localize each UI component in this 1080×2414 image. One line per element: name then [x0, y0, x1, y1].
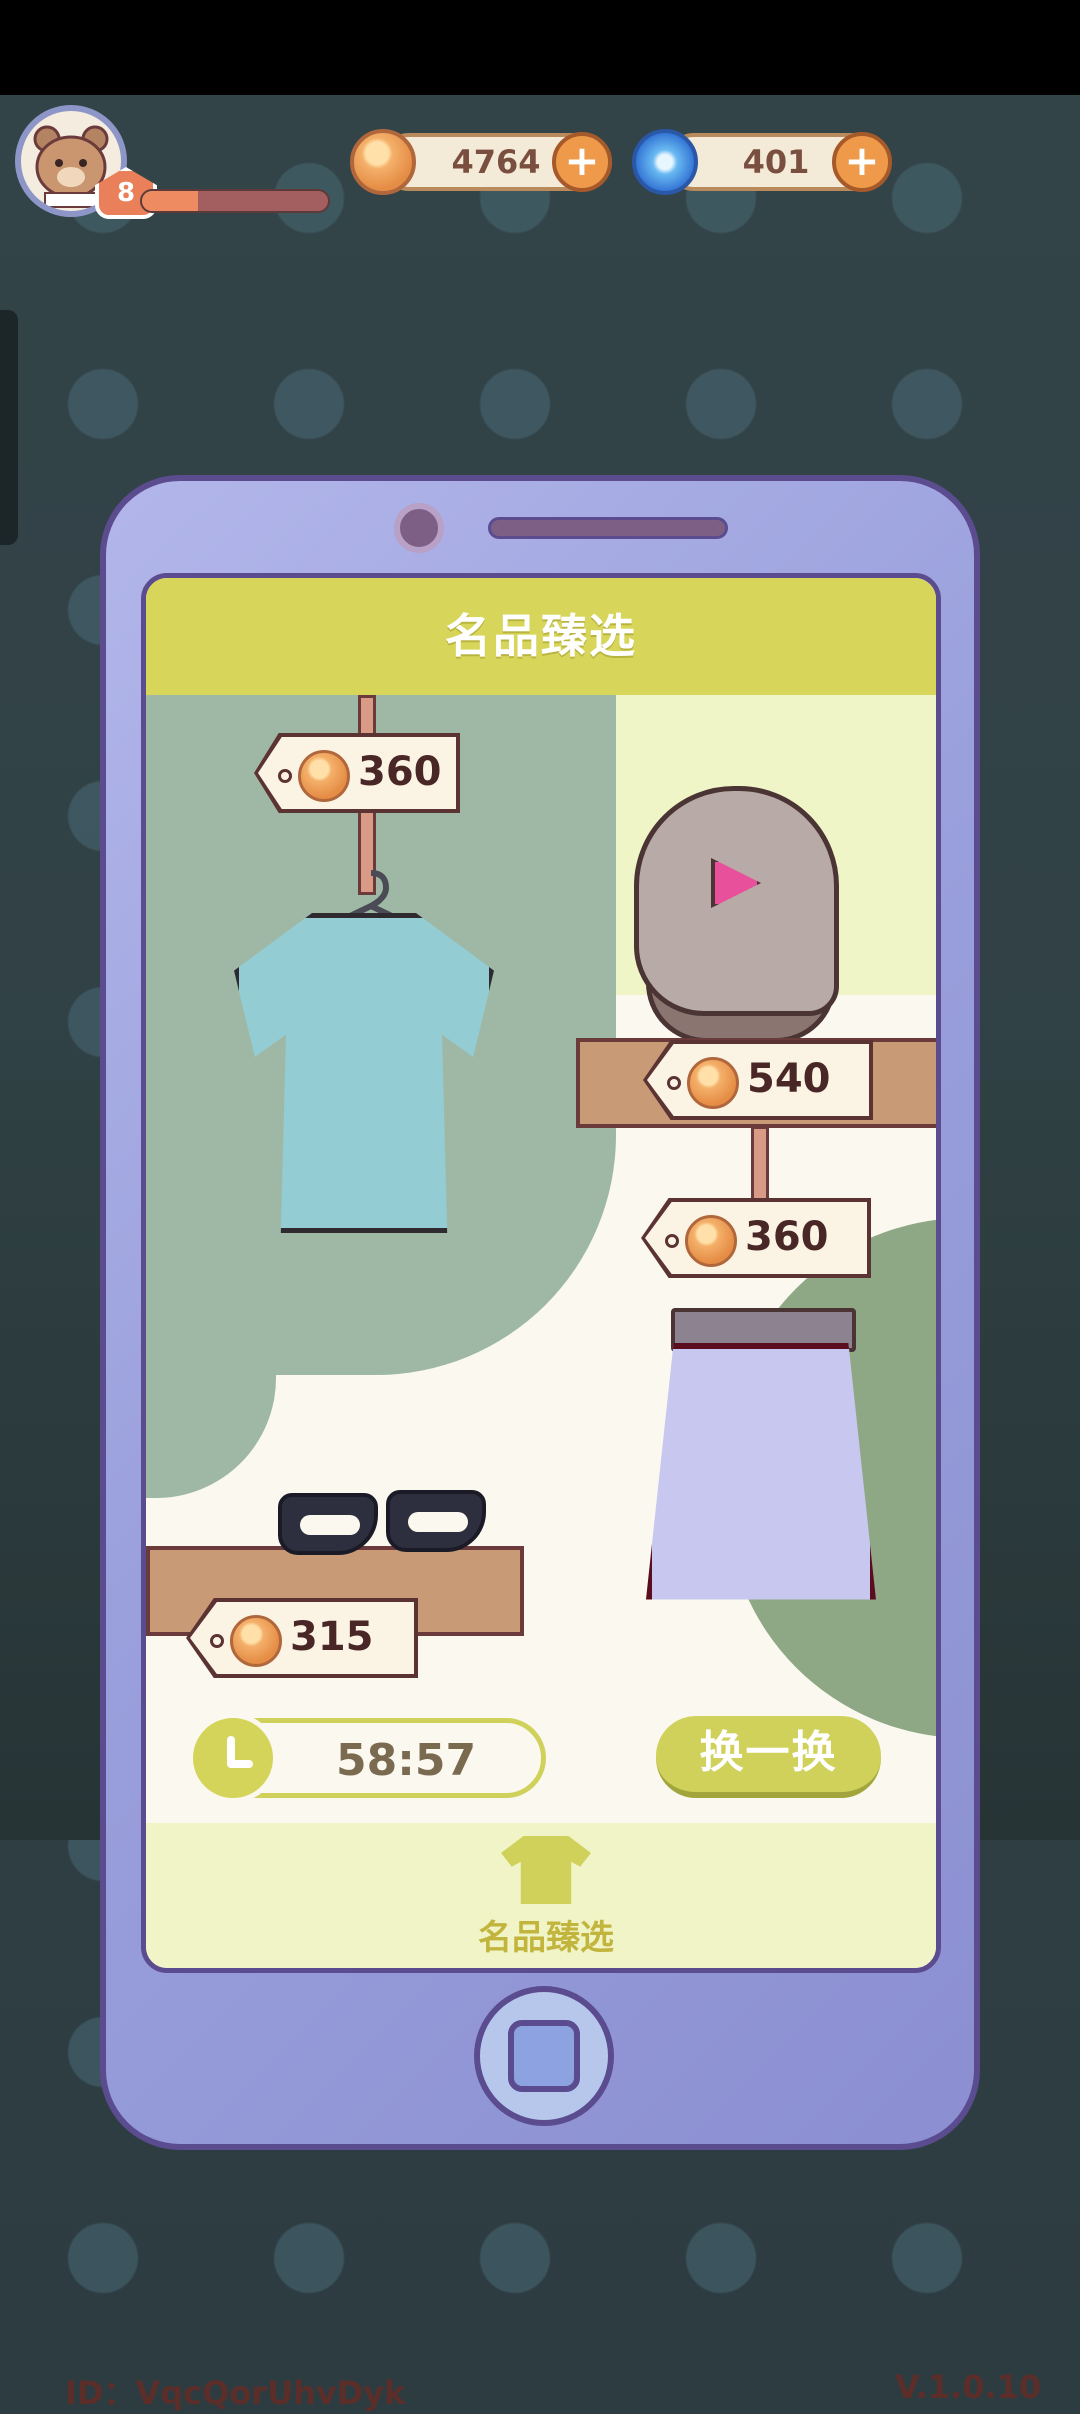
skirt-price: 360: [745, 1214, 829, 1260]
tab-label: 名品臻选: [478, 1918, 614, 1958]
phone-home-button[interactable]: [474, 1986, 614, 2126]
shop-screen: 名品臻选 360 540 360 315 58:57 换一换 名品臻选: [141, 573, 941, 1973]
clock-icon: [188, 1713, 278, 1803]
price-tag-shirt[interactable]: 360: [254, 733, 460, 813]
shoes-price: 315: [290, 1614, 374, 1660]
shirt-icon: [501, 1836, 591, 1904]
shop-title: 名品臻选: [445, 609, 637, 663]
coin-icon: [298, 750, 350, 802]
tag-hole: [665, 1234, 679, 1248]
phone-frame: 名品臻选 360 540 360 315 58:57 换一换 名品臻选: [100, 475, 980, 2150]
tag-hole: [667, 1076, 681, 1090]
player-id: ID：VqcQorUhvDyk: [65, 2374, 406, 2412]
timer-text: 58:57: [336, 1735, 477, 1786]
right-shoe[interactable]: [386, 1490, 486, 1552]
tag-hole: [278, 769, 292, 783]
gem-icon: [632, 129, 698, 195]
skirt-item[interactable]: [646, 1343, 876, 1600]
tab-boutique[interactable]: 名品臻选: [446, 1828, 646, 1968]
side-drawer-handle[interactable]: [0, 310, 18, 545]
add-gems-button[interactable]: +: [832, 132, 892, 192]
coin-icon: [350, 129, 416, 195]
coin-icon: [685, 1215, 737, 1267]
coin-icon: [230, 1615, 282, 1667]
add-coins-button[interactable]: +: [552, 132, 612, 192]
hair-price: 540: [747, 1056, 831, 1102]
shirt-price: 360: [358, 749, 442, 795]
tag-hole: [210, 1634, 224, 1648]
price-tag-hair[interactable]: 540: [643, 1040, 873, 1120]
xp-progress-bar: [140, 189, 330, 213]
price-tag-skirt[interactable]: 360: [641, 1198, 871, 1278]
price-tag-shoes[interactable]: 315: [186, 1598, 418, 1678]
shoe-opening: [300, 1515, 360, 1535]
shop-header: 名品臻选: [146, 578, 936, 695]
version-label: V.1.0.10: [895, 2368, 1042, 2406]
xp-progress-fill: [142, 191, 198, 211]
coin-icon: [687, 1057, 739, 1109]
phone-speaker: [488, 517, 728, 539]
phone-camera: [394, 503, 444, 553]
hair-item[interactable]: [634, 786, 839, 1016]
home-square-icon: [508, 2020, 580, 2092]
shoe-opening: [408, 1512, 468, 1532]
restock-timer: 58:57: [188, 1713, 546, 1803]
shop-tab-bar: 名品臻选: [146, 1823, 936, 1968]
refresh-button[interactable]: 换一换: [656, 1716, 881, 1798]
status-bar: [0, 0, 1080, 95]
left-shoe[interactable]: [278, 1493, 378, 1555]
bg-blob: [146, 1278, 276, 1498]
